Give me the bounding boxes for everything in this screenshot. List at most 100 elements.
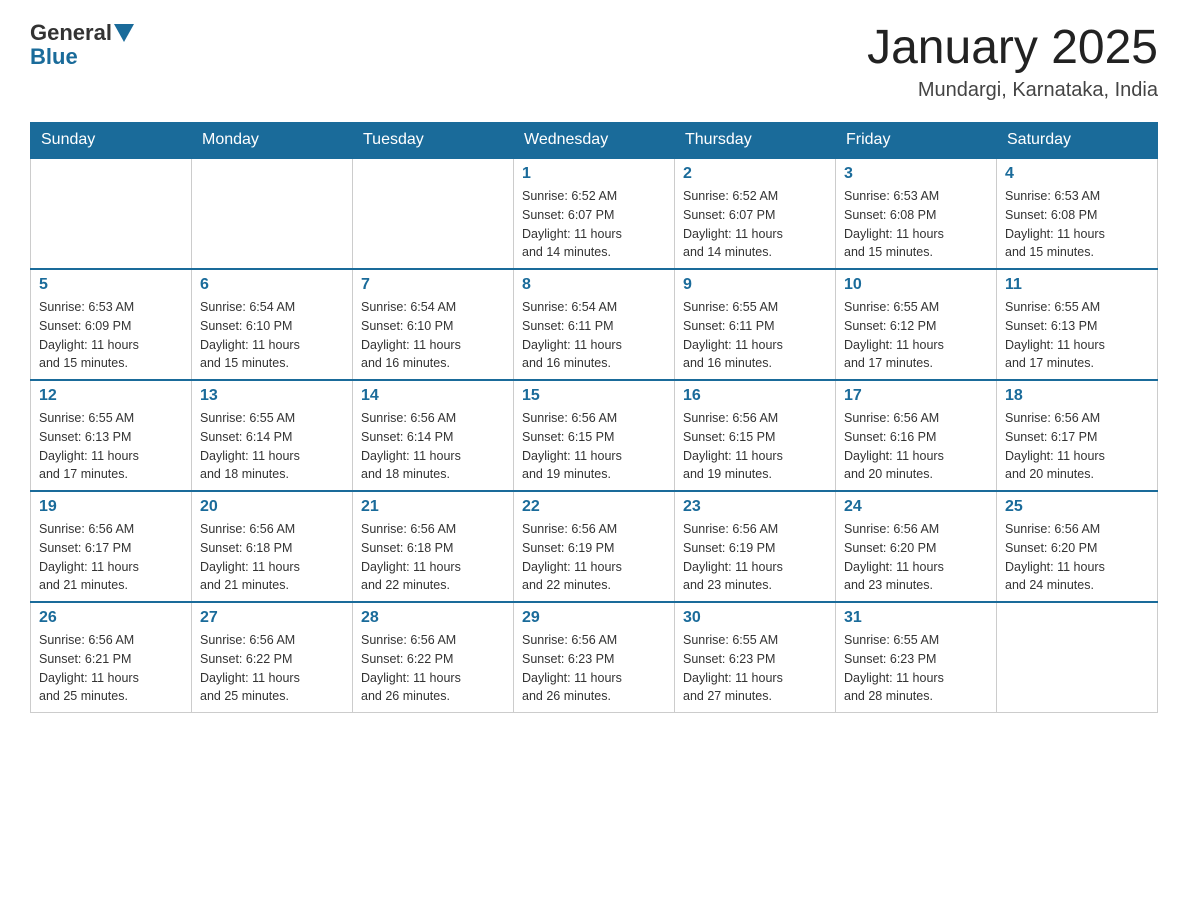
- day-number: 7: [361, 276, 505, 294]
- day-of-week-header: Thursday: [675, 123, 836, 159]
- calendar-cell: 4 Sunrise: 6:53 AMSunset: 6:08 PMDaylight…: [997, 158, 1158, 269]
- day-of-week-header: Sunday: [31, 123, 192, 159]
- day-number: 14: [361, 387, 505, 405]
- day-info: Sunrise: 6:56 AMSunset: 6:20 PMDaylight:…: [844, 520, 988, 595]
- day-info: Sunrise: 6:56 AMSunset: 6:14 PMDaylight:…: [361, 409, 505, 484]
- calendar-cell: 19 Sunrise: 6:56 AMSunset: 6:17 PMDayligh…: [31, 491, 192, 602]
- day-info: Sunrise: 6:56 AMSunset: 6:18 PMDaylight:…: [361, 520, 505, 595]
- day-of-week-header: Monday: [192, 123, 353, 159]
- day-number: 21: [361, 498, 505, 516]
- calendar-week-row: 26 Sunrise: 6:56 AMSunset: 6:21 PMDayligh…: [31, 602, 1158, 713]
- day-info: Sunrise: 6:55 AMSunset: 6:23 PMDaylight:…: [683, 631, 827, 706]
- day-number: 10: [844, 276, 988, 294]
- calendar-cell: 30 Sunrise: 6:55 AMSunset: 6:23 PMDayligh…: [675, 602, 836, 713]
- calendar-cell: 24Sunrise: 6:56 AMSunset: 6:20 PMDayligh…: [836, 491, 997, 602]
- day-number: 1: [522, 165, 666, 183]
- day-number: 31: [844, 609, 988, 627]
- calendar-cell: 23Sunrise: 6:56 AMSunset: 6:19 PMDayligh…: [675, 491, 836, 602]
- day-info: Sunrise: 6:52 AMSunset: 6:07 PMDaylight:…: [683, 187, 827, 262]
- calendar-cell: [353, 158, 514, 269]
- calendar-cell: 18Sunrise: 6:56 AMSunset: 6:17 PMDayligh…: [997, 380, 1158, 491]
- calendar-cell: 20 Sunrise: 6:56 AMSunset: 6:18 PMDayligh…: [192, 491, 353, 602]
- day-number: 11: [1005, 276, 1149, 294]
- day-number: 20: [200, 498, 344, 516]
- day-info: Sunrise: 6:56 AMSunset: 6:17 PMDaylight:…: [39, 520, 183, 595]
- calendar-header-row: SundayMondayTuesdayWednesdayThursdayFrid…: [31, 123, 1158, 159]
- calendar-cell: 27 Sunrise: 6:56 AMSunset: 6:22 PMDayligh…: [192, 602, 353, 713]
- calendar-week-row: 12Sunrise: 6:55 AMSunset: 6:13 PMDayligh…: [31, 380, 1158, 491]
- calendar-cell: 25 Sunrise: 6:56 AMSunset: 6:20 PMDayligh…: [997, 491, 1158, 602]
- day-number: 23: [683, 498, 827, 516]
- day-number: 27: [200, 609, 344, 627]
- day-info: Sunrise: 6:55 AMSunset: 6:13 PMDaylight:…: [39, 409, 183, 484]
- calendar-cell: 9 Sunrise: 6:55 AMSunset: 6:11 PMDaylight…: [675, 269, 836, 380]
- calendar-cell: 12Sunrise: 6:55 AMSunset: 6:13 PMDayligh…: [31, 380, 192, 491]
- calendar-week-row: 19 Sunrise: 6:56 AMSunset: 6:17 PMDayligh…: [31, 491, 1158, 602]
- month-title: January 2025: [867, 20, 1158, 75]
- day-info: Sunrise: 6:54 AMSunset: 6:11 PMDaylight:…: [522, 298, 666, 373]
- calendar-cell: 28 Sunrise: 6:56 AMSunset: 6:22 PMDayligh…: [353, 602, 514, 713]
- day-info: Sunrise: 6:56 AMSunset: 6:15 PMDaylight:…: [683, 409, 827, 484]
- day-number: 8: [522, 276, 666, 294]
- day-info: Sunrise: 6:55 AMSunset: 6:11 PMDaylight:…: [683, 298, 827, 373]
- calendar-cell: 7 Sunrise: 6:54 AMSunset: 6:10 PMDaylight…: [353, 269, 514, 380]
- day-of-week-header: Friday: [836, 123, 997, 159]
- day-info: Sunrise: 6:56 AMSunset: 6:19 PMDaylight:…: [522, 520, 666, 595]
- day-info: Sunrise: 6:56 AMSunset: 6:22 PMDaylight:…: [361, 631, 505, 706]
- calendar-cell: 16 Sunrise: 6:56 AMSunset: 6:15 PMDayligh…: [675, 380, 836, 491]
- calendar-cell: 2 Sunrise: 6:52 AMSunset: 6:07 PMDaylight…: [675, 158, 836, 269]
- calendar-cell: 6 Sunrise: 6:54 AMSunset: 6:10 PMDaylight…: [192, 269, 353, 380]
- day-info: Sunrise: 6:55 AMSunset: 6:14 PMDaylight:…: [200, 409, 344, 484]
- title-section: January 2025 Mundargi, Karnataka, India: [867, 20, 1158, 102]
- day-info: Sunrise: 6:55 AMSunset: 6:13 PMDaylight:…: [1005, 298, 1149, 373]
- day-number: 4: [1005, 165, 1149, 183]
- day-number: 13: [200, 387, 344, 405]
- day-number: 6: [200, 276, 344, 294]
- day-info: Sunrise: 6:53 AMSunset: 6:09 PMDaylight:…: [39, 298, 183, 373]
- calendar-cell: 17 Sunrise: 6:56 AMSunset: 6:16 PMDayligh…: [836, 380, 997, 491]
- day-info: Sunrise: 6:56 AMSunset: 6:22 PMDaylight:…: [200, 631, 344, 706]
- calendar-cell: 8 Sunrise: 6:54 AMSunset: 6:11 PMDaylight…: [514, 269, 675, 380]
- calendar-cell: [997, 602, 1158, 713]
- day-number: 30: [683, 609, 827, 627]
- day-info: Sunrise: 6:56 AMSunset: 6:18 PMDaylight:…: [200, 520, 344, 595]
- logo-general-text: General: [30, 20, 112, 46]
- calendar-cell: 11 Sunrise: 6:55 AMSunset: 6:13 PMDayligh…: [997, 269, 1158, 380]
- day-info: Sunrise: 6:54 AMSunset: 6:10 PMDaylight:…: [361, 298, 505, 373]
- day-info: Sunrise: 6:56 AMSunset: 6:16 PMDaylight:…: [844, 409, 988, 484]
- calendar-cell: 14 Sunrise: 6:56 AMSunset: 6:14 PMDayligh…: [353, 380, 514, 491]
- day-of-week-header: Tuesday: [353, 123, 514, 159]
- day-number: 5: [39, 276, 183, 294]
- calendar-cell: 5 Sunrise: 6:53 AMSunset: 6:09 PMDaylight…: [31, 269, 192, 380]
- day-info: Sunrise: 6:56 AMSunset: 6:20 PMDaylight:…: [1005, 520, 1149, 595]
- day-info: Sunrise: 6:53 AMSunset: 6:08 PMDaylight:…: [1005, 187, 1149, 262]
- calendar-cell: 26 Sunrise: 6:56 AMSunset: 6:21 PMDayligh…: [31, 602, 192, 713]
- day-number: 25: [1005, 498, 1149, 516]
- day-number: 29: [522, 609, 666, 627]
- day-number: 16: [683, 387, 827, 405]
- calendar-cell: [192, 158, 353, 269]
- day-number: 17: [844, 387, 988, 405]
- day-number: 26: [39, 609, 183, 627]
- calendar-week-row: 5 Sunrise: 6:53 AMSunset: 6:09 PMDaylight…: [31, 269, 1158, 380]
- logo-triangle-icon: [114, 24, 134, 42]
- logo: General Blue: [30, 20, 136, 70]
- day-info: Sunrise: 6:56 AMSunset: 6:23 PMDaylight:…: [522, 631, 666, 706]
- calendar-cell: 10Sunrise: 6:55 AMSunset: 6:12 PMDayligh…: [836, 269, 997, 380]
- day-info: Sunrise: 6:54 AMSunset: 6:10 PMDaylight:…: [200, 298, 344, 373]
- day-info: Sunrise: 6:56 AMSunset: 6:21 PMDaylight:…: [39, 631, 183, 706]
- day-number: 9: [683, 276, 827, 294]
- day-number: 15: [522, 387, 666, 405]
- day-number: 2: [683, 165, 827, 183]
- day-of-week-header: Saturday: [997, 123, 1158, 159]
- location-label: Mundargi, Karnataka, India: [867, 79, 1158, 102]
- day-info: Sunrise: 6:56 AMSunset: 6:17 PMDaylight:…: [1005, 409, 1149, 484]
- day-info: Sunrise: 6:53 AMSunset: 6:08 PMDaylight:…: [844, 187, 988, 262]
- day-info: Sunrise: 6:52 AMSunset: 6:07 PMDaylight:…: [522, 187, 666, 262]
- calendar-cell: 21 Sunrise: 6:56 AMSunset: 6:18 PMDayligh…: [353, 491, 514, 602]
- calendar-cell: 15Sunrise: 6:56 AMSunset: 6:15 PMDayligh…: [514, 380, 675, 491]
- day-number: 28: [361, 609, 505, 627]
- calendar-cell: [31, 158, 192, 269]
- calendar-cell: 1 Sunrise: 6:52 AMSunset: 6:07 PMDaylight…: [514, 158, 675, 269]
- day-number: 19: [39, 498, 183, 516]
